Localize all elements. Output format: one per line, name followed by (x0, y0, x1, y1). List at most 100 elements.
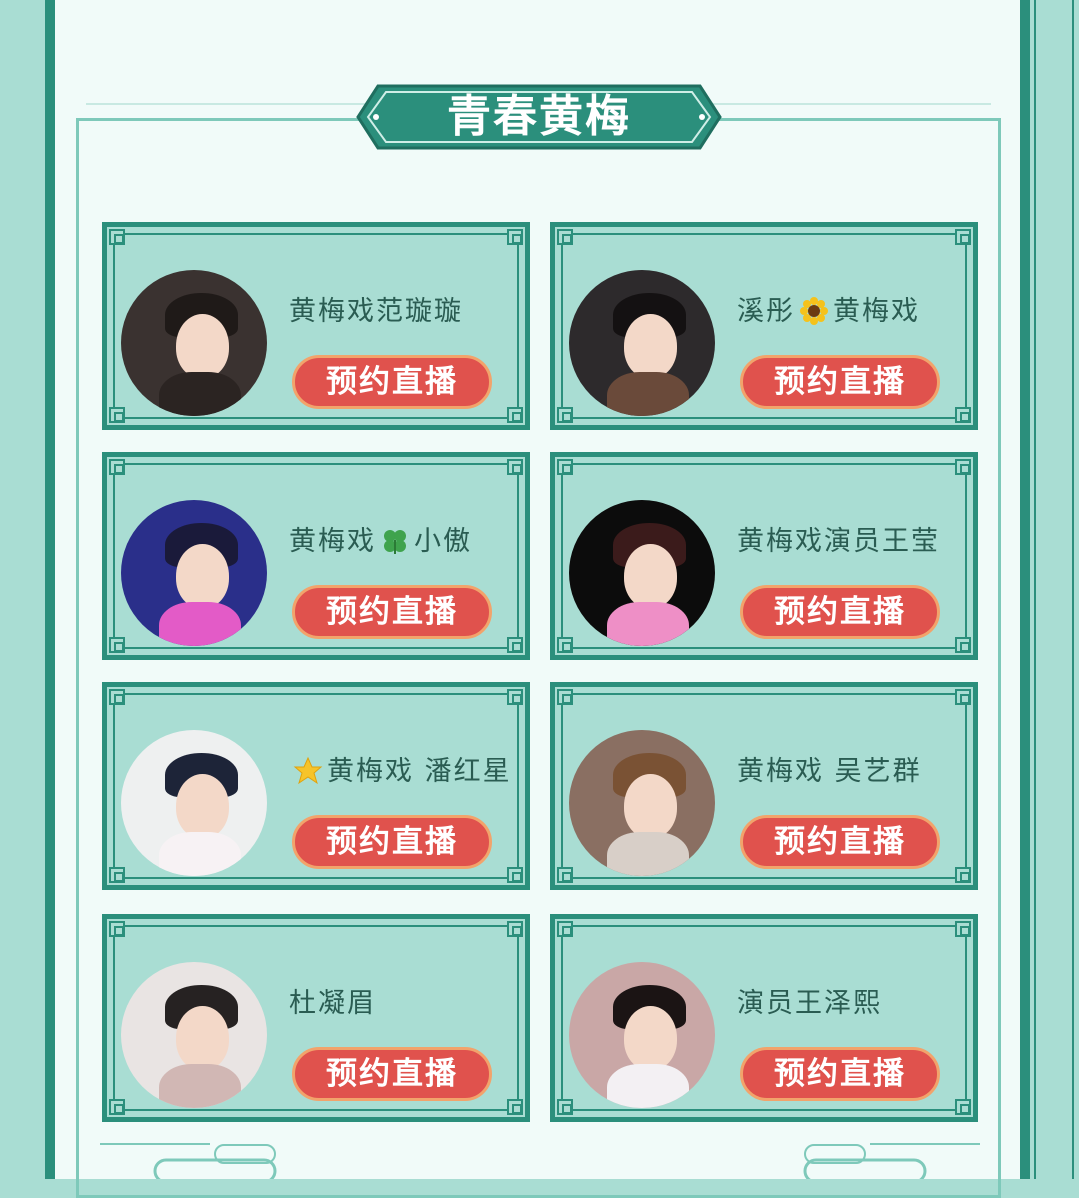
performer-name: 溪彤 黄梅戏 (737, 289, 920, 328)
avatar-body (158, 1064, 241, 1108)
performer-card[interactable]: 演员王泽熙 预约直播 (550, 914, 978, 1122)
avatar-body (606, 372, 689, 416)
corner-ornament (507, 921, 523, 937)
corner-ornament (557, 407, 573, 423)
avatar-body (158, 372, 241, 416)
corner-ornament (109, 459, 125, 475)
corner-ornament (109, 229, 125, 245)
corner-ornament (557, 229, 573, 245)
corner-ornament (557, 1099, 573, 1115)
avatar-face (624, 773, 678, 839)
avatar[interactable] (121, 962, 267, 1108)
corner-ornament (557, 689, 573, 705)
avatar[interactable] (121, 500, 267, 646)
avatar-face (624, 1005, 678, 1071)
avatar[interactable] (569, 270, 715, 416)
avatar-face (176, 543, 230, 609)
performer-name-text: 黄梅戏演员王莹 (737, 526, 940, 557)
corner-ornament (109, 637, 125, 653)
corner-ornament (557, 637, 573, 653)
corner-ornament (109, 867, 125, 883)
avatar-body (158, 832, 241, 876)
avatar-face (176, 1005, 230, 1071)
performer-card[interactable]: 黄梅戏演员王莹 预约直播 (550, 452, 978, 660)
avatar[interactable] (569, 730, 715, 876)
corner-ornament (557, 867, 573, 883)
reserve-live-button[interactable]: 预约直播 (740, 585, 940, 639)
avatar-body (606, 1064, 689, 1108)
performer-name-text: 小傲 (414, 526, 472, 557)
performer-name-text: 黄梅戏 (833, 296, 920, 327)
performer-card[interactable]: 溪彤 黄梅戏 预约直播 (550, 222, 978, 430)
corner-ornament (507, 407, 523, 423)
avatar[interactable] (569, 500, 715, 646)
performer-card[interactable]: 杜凝眉 预约直播 (102, 914, 530, 1122)
performer-name-text: 黄梅戏 潘红星 (327, 756, 512, 787)
right-rail-line (1034, 0, 1036, 1179)
star-icon (293, 756, 323, 785)
performer-card[interactable]: 黄梅戏范璇璇 预约直播 (102, 222, 530, 430)
sunflower-icon (800, 297, 828, 325)
corner-ornament (507, 689, 523, 705)
reserve-live-button[interactable]: 预约直播 (292, 355, 492, 409)
corner-ornament (507, 637, 523, 653)
bottom-left-ornament (100, 1143, 277, 1179)
corner-ornament (955, 459, 971, 475)
left-rail (45, 0, 55, 1179)
corner-ornament (507, 459, 523, 475)
corner-ornament (955, 637, 971, 653)
corner-ornament (109, 1099, 125, 1115)
avatar[interactable] (121, 730, 267, 876)
corner-ornament (955, 921, 971, 937)
avatar-face (624, 313, 678, 379)
performer-name-text: 黄梅戏 (289, 526, 376, 557)
reserve-live-button[interactable]: 预约直播 (292, 815, 492, 869)
performer-name: 演员王泽熙 (737, 981, 882, 1020)
avatar-body (606, 832, 689, 876)
avatar-body (158, 602, 241, 646)
reserve-live-button[interactable]: 预约直播 (292, 585, 492, 639)
performer-name-text: 黄梅戏 吴艺群 (737, 756, 922, 787)
performer-name: 黄梅戏范璇璇 (289, 289, 463, 328)
performer-name-text: 黄梅戏范璇璇 (289, 296, 463, 327)
corner-ornament (507, 1099, 523, 1115)
corner-ornament (507, 867, 523, 883)
left-background (0, 0, 48, 1179)
right-rail (1020, 0, 1030, 1179)
corner-ornament (557, 459, 573, 475)
bottom-right-ornament (803, 1143, 980, 1179)
avatar-body (606, 602, 689, 646)
avatar-face (176, 773, 230, 839)
corner-ornament (109, 921, 125, 937)
performer-card[interactable]: 黄梅戏 吴艺群 预约直播 (550, 682, 978, 890)
performer-name: 黄梅戏 吴艺群 (737, 749, 922, 788)
four-leaf-clover-icon (384, 530, 406, 554)
reserve-live-button[interactable]: 预约直播 (740, 815, 940, 869)
section-banner: 青春黄梅 (356, 84, 722, 150)
avatar-face (624, 543, 678, 609)
avatar-face (176, 313, 230, 379)
corner-ornament (507, 229, 523, 245)
reserve-live-button[interactable]: 预约直播 (740, 355, 940, 409)
performer-card[interactable]: 黄梅戏 小傲 预约直播 (102, 452, 530, 660)
corner-ornament (109, 407, 125, 423)
right-background (1023, 0, 1079, 1179)
performer-name: 黄梅戏 小傲 (289, 519, 472, 558)
corner-ornament (109, 689, 125, 705)
performer-name: 黄梅戏演员王莹 (737, 519, 940, 558)
avatar[interactable] (569, 962, 715, 1108)
performer-card[interactable]: 黄梅戏 潘红星 预约直播 (102, 682, 530, 890)
right-edge-line (1072, 0, 1074, 1179)
reserve-live-button[interactable]: 预约直播 (740, 1047, 940, 1101)
section-title: 青春黄梅 (447, 91, 631, 142)
corner-ornament (557, 921, 573, 937)
performer-name-text: 演员王泽熙 (737, 988, 882, 1019)
corner-ornament (955, 867, 971, 883)
performer-name: 杜凝眉 (289, 981, 376, 1020)
performer-name: 黄梅戏 潘红星 (289, 749, 512, 788)
reserve-live-button[interactable]: 预约直播 (292, 1047, 492, 1101)
corner-ornament (955, 1099, 971, 1115)
performer-name-text: 溪彤 (737, 296, 795, 327)
avatar[interactable] (121, 270, 267, 416)
performer-name-text: 杜凝眉 (289, 988, 376, 1019)
